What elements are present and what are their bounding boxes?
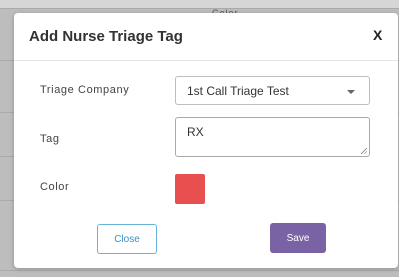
background-row (0, 0, 399, 8)
triage-company-label: Triage Company (40, 84, 130, 96)
triage-company-select[interactable]: 1st Call Triage Test (175, 76, 370, 105)
dialog-title: Add Nurse Triage Tag (29, 28, 183, 45)
tag-value: RX (187, 125, 204, 139)
background-divider (0, 8, 399, 9)
save-button[interactable]: Save (270, 223, 326, 253)
close-icon[interactable]: X (373, 27, 382, 43)
color-label: Color (40, 181, 70, 193)
color-swatch[interactable] (175, 174, 205, 204)
resize-grip-icon[interactable] (361, 148, 367, 154)
tag-textarea[interactable]: RX (175, 117, 370, 157)
add-nurse-triage-tag-dialog: Add Nurse Triage Tag X Triage Company 1s… (14, 13, 398, 268)
triage-company-value: 1st Call Triage Test (187, 84, 289, 98)
background-divider (0, 270, 399, 271)
tag-label: Tag (40, 133, 60, 145)
dialog-header: Add Nurse Triage Tag X (14, 13, 398, 61)
close-button[interactable]: Close (97, 224, 157, 254)
chevron-down-icon (347, 90, 355, 94)
